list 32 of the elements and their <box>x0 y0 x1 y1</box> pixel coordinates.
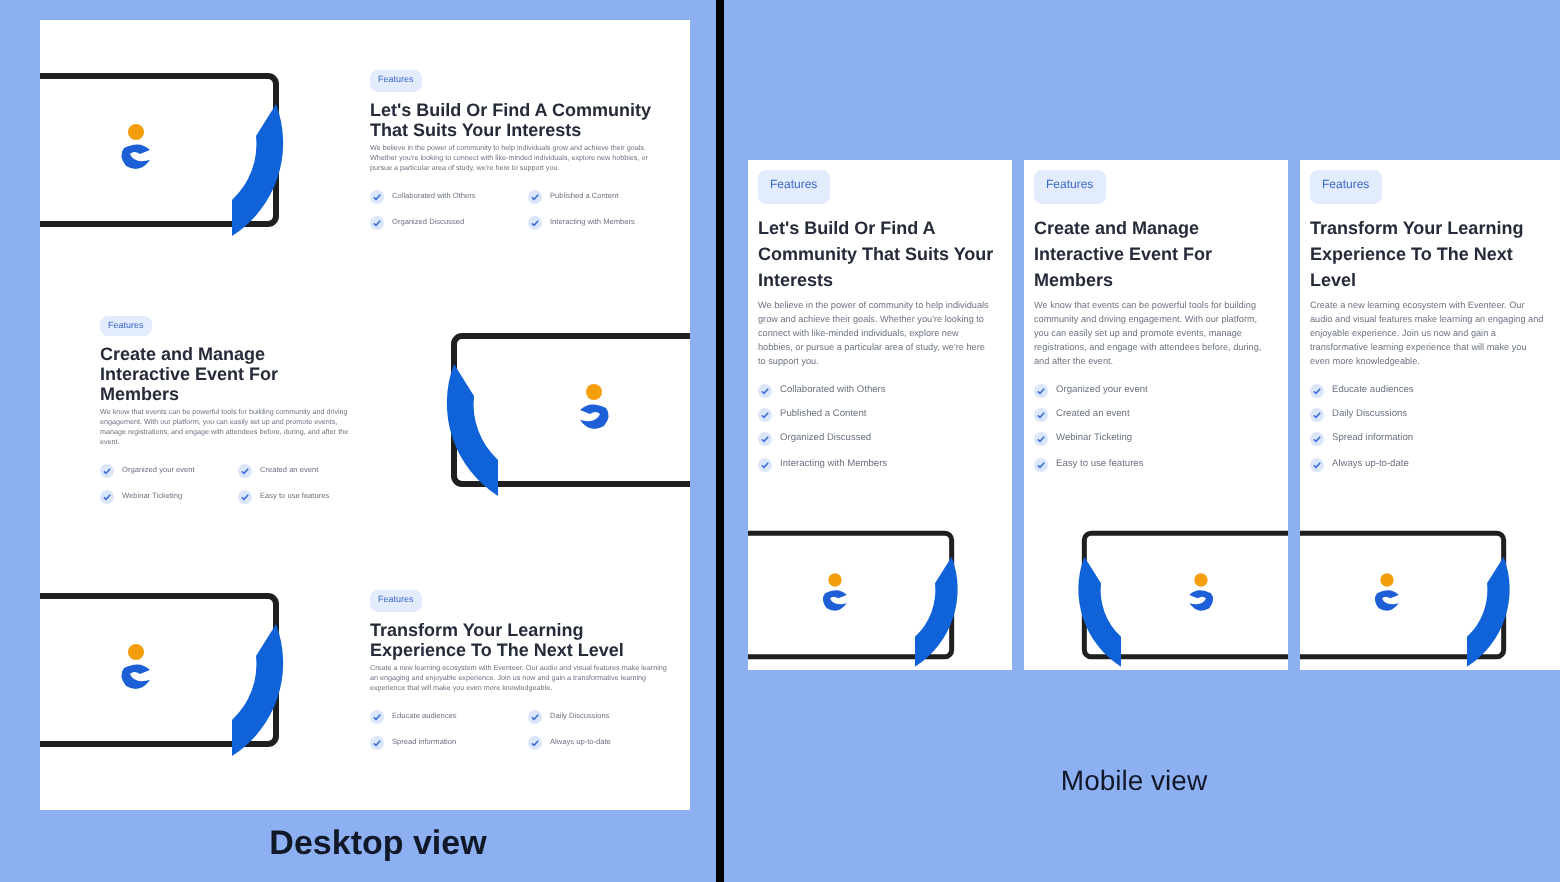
section-title: Create and Manage Interactive Event For Members <box>100 344 281 405</box>
check-icon <box>528 735 542 750</box>
check-icon <box>758 408 772 423</box>
check-icon <box>528 215 542 230</box>
check-icon <box>1034 408 1048 423</box>
check-icon <box>1310 384 1324 399</box>
check-icon <box>758 457 772 472</box>
check-icon <box>370 735 384 750</box>
check-icon <box>100 464 114 479</box>
check-icon <box>1034 457 1048 472</box>
check-icon <box>1034 384 1048 399</box>
section-title: Create and Manage Interactive Event For Members <box>1034 216 1215 294</box>
check-icon <box>528 189 542 204</box>
check-icon <box>238 464 252 479</box>
check-icon <box>370 215 384 230</box>
section-title: Transform Your Learning Experience To The Next Level <box>370 619 626 660</box>
desktop-caption: Desktop view <box>269 822 487 866</box>
check-icon <box>370 189 384 204</box>
check-icon <box>1034 432 1048 447</box>
section-title: Transform Your Learning Experience To The Next Level <box>1310 216 1526 294</box>
check-icon <box>758 432 772 447</box>
check-icon <box>238 490 252 505</box>
check-icon <box>1310 457 1324 472</box>
mobile-caption: Mobile view <box>1060 762 1208 800</box>
check-icon <box>100 490 114 505</box>
check-icon <box>528 709 542 724</box>
section-title: Let's Build Or Find A Community That Suits Your Interests <box>370 99 653 140</box>
check-icon <box>370 709 384 724</box>
check-icon <box>758 384 772 399</box>
section-title: Let's Build Or Find A Community That Suits Your Interests <box>758 216 994 294</box>
check-icon <box>1310 408 1324 423</box>
check-icon <box>1310 432 1324 447</box>
